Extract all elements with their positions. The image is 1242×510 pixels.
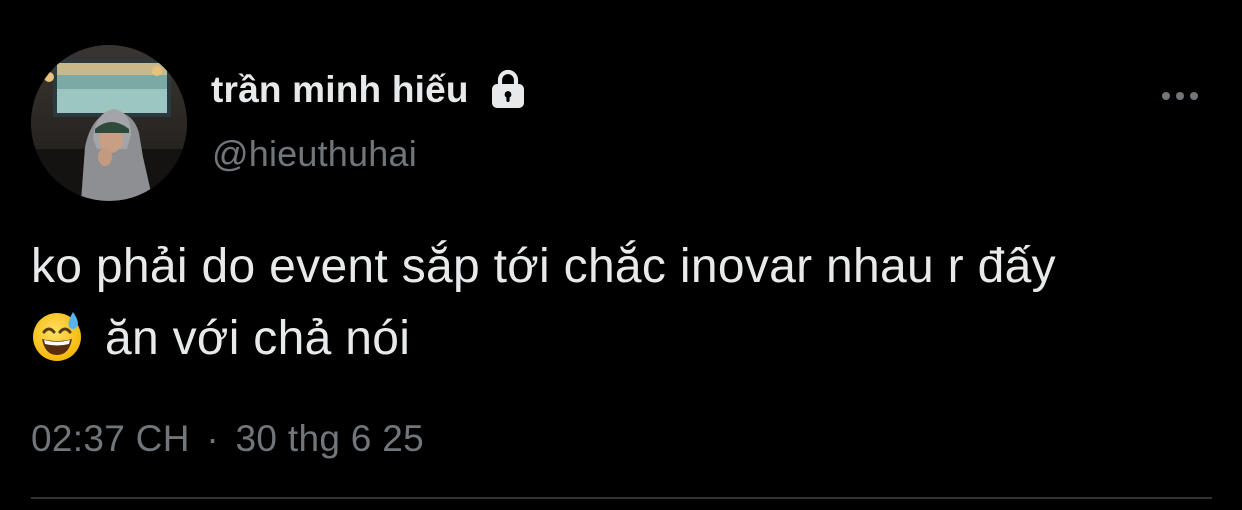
tweet-text-line-2-content: ăn với chả nói	[105, 312, 411, 365]
display-name[interactable]: trần minh hiếu	[211, 69, 469, 111]
author-name-row: trần minh hiếu	[211, 66, 529, 114]
tweet-time: 02:37 CH	[31, 418, 190, 459]
lock-icon	[487, 69, 529, 111]
tweet: trần minh hiếu @hieuthuhai ko phải do ev…	[0, 0, 1242, 510]
tweet-date: 30 thg 6 25	[235, 418, 424, 459]
tweet-timestamp[interactable]: 02:37 CH · 30 thg 6 25	[31, 418, 424, 460]
divider	[31, 497, 1212, 499]
more-horizontal-icon[interactable]	[1158, 84, 1202, 108]
avatar[interactable]	[31, 45, 187, 201]
tweet-text-line-1: ko phải do event sắp tới chắc inovar nha…	[31, 240, 1056, 293]
avatar-photo	[31, 45, 187, 201]
author-handle[interactable]: @hieuthuhai	[212, 133, 417, 175]
tweet-text-line-2: ăn với chả nói	[31, 303, 1231, 375]
sweat-smile-emoji-icon	[31, 310, 83, 362]
tweet-text: ko phải do event sắp tới chắc inovar nha…	[31, 231, 1231, 375]
timestamp-separator: ·	[206, 418, 219, 459]
